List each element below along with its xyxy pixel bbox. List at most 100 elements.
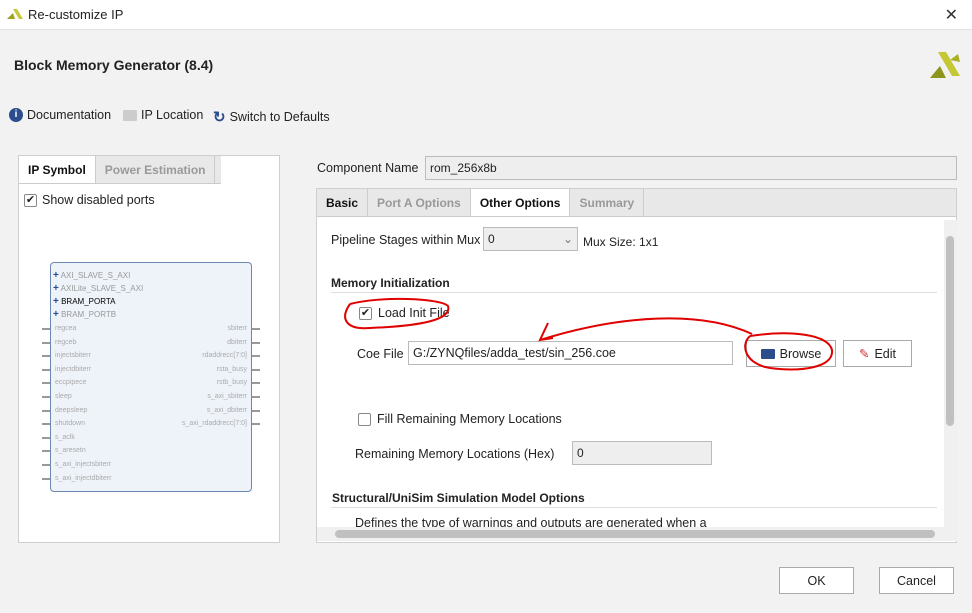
documentation-button[interactable]: i Documentation — [9, 108, 111, 122]
divider — [331, 292, 937, 293]
cancel-button[interactable]: Cancel — [879, 567, 954, 594]
port-wire — [42, 464, 50, 466]
folder-icon — [123, 109, 137, 121]
output-port: dbiterr — [227, 338, 247, 346]
port-wire — [42, 423, 50, 426]
input-port: shutdown — [55, 420, 85, 428]
edit-button[interactable]: ✎ Edit — [843, 340, 912, 367]
port-wire — [252, 423, 260, 426]
port-wire — [42, 477, 50, 480]
input-port: s_aclk — [55, 433, 75, 441]
fill-remaining-checkbox[interactable]: Fill Remaining Memory Locations — [358, 412, 562, 426]
output-port: rdaddrecc[7:0] — [202, 352, 247, 360]
pipeline-value: 0 — [488, 232, 495, 246]
input-port: deepsleep — [55, 406, 88, 414]
window-title: Re-customize IP — [28, 7, 124, 22]
tab-port-a-options[interactable]: Port A Options — [368, 189, 471, 216]
folder-open-icon — [760, 348, 775, 359]
clip: Defines the type of warnings and outputs… — [317, 508, 943, 527]
input-port: regceb — [55, 338, 77, 346]
port-wire — [42, 382, 50, 385]
coe-file-label: Coe File — [357, 347, 404, 361]
port-wire — [42, 328, 50, 330]
output-port: s_axi_dbiterr — [206, 406, 247, 414]
output-port: rsta_busy — [216, 365, 247, 373]
port-wire — [42, 355, 50, 358]
memory-initialization-title: Memory Initialization — [331, 276, 450, 290]
tab-power-estimation[interactable]: Power Estimation — [96, 156, 216, 183]
chevron-down-icon: ⌄ — [562, 232, 573, 246]
load-init-file-checkbox[interactable]: ✔ Load Init File — [359, 306, 450, 320]
fill-remaining-label: Fill Remaining Memory Locations — [377, 412, 562, 426]
tab-ip-symbol[interactable]: IP Symbol — [19, 156, 96, 183]
port-wire — [252, 409, 260, 412]
bus-port: + AXI_SLAVE_S_AXI — [53, 270, 131, 281]
port-wire — [42, 436, 50, 439]
output-port: s_axi_rdaddrecc[7:0] — [182, 420, 247, 428]
port-wire — [42, 396, 50, 398]
port-wire — [42, 341, 50, 344]
edit-icon: ✎ — [858, 347, 870, 361]
horizontal-scrollbar[interactable] — [317, 527, 957, 541]
simulation-options-title: Structural/UniSim Simulation Model Optio… — [332, 491, 585, 505]
browse-label: Browse — [779, 346, 822, 361]
scrollbar-thumb[interactable] — [335, 530, 935, 538]
port-wire — [42, 450, 50, 453]
xilinx-logo-icon — [7, 9, 23, 19]
simulation-description: Defines the type of warnings and outputs… — [355, 516, 707, 527]
bus-port: + BRAM_PORTA — [53, 296, 116, 307]
input-port: sleep — [55, 393, 72, 400]
port-wire — [42, 368, 50, 371]
switch-defaults-label: Switch to Defaults — [229, 110, 330, 124]
ip-symbol-block: + AXI_SLAVE_S_AXI + AXILite_SLAVE_S_AXI + … — [42, 262, 260, 492]
close-icon[interactable]: ✕ — [945, 5, 958, 25]
input-port: regcea — [55, 325, 77, 332]
port-wire — [252, 368, 260, 371]
ip-location-label: IP Location — [141, 108, 204, 122]
show-disabled-ports-label: Show disabled ports — [42, 193, 155, 207]
output-port: sbiterr — [227, 325, 247, 332]
input-port: s_axi_injectdbiterr — [55, 474, 112, 482]
port-wire — [42, 409, 50, 412]
mux-size: Mux Size: 1x1 — [583, 235, 659, 249]
switch-defaults-button[interactable]: ↻ Switch to Defaults — [213, 108, 330, 126]
xilinx-logo-icon — [930, 52, 960, 78]
vertical-scrollbar[interactable] — [944, 220, 957, 527]
input-port: injectdbiterr — [55, 365, 92, 373]
input-port: injectsbiterr — [55, 352, 91, 360]
pipeline-label: Pipeline Stages within Mux — [331, 233, 481, 247]
output-port: rstb_busy — [216, 379, 247, 387]
page-title: Block Memory Generator (8.4) — [14, 57, 214, 73]
title-bar: Re-customize IP ✕ — [0, 0, 972, 30]
component-name-field[interactable]: rom_256x8b — [425, 156, 957, 180]
checkbox-checked-icon: ✔ — [24, 193, 37, 207]
show-disabled-ports-checkbox[interactable]: ✔ Show disabled ports — [24, 193, 155, 207]
port-wire — [252, 341, 260, 344]
tab-basic[interactable]: Basic — [317, 189, 369, 216]
input-port: s_axi_injectsbiterr — [55, 461, 112, 468]
ip-location-button[interactable]: IP Location — [123, 108, 203, 122]
scrollbar-thumb[interactable] — [946, 236, 954, 426]
bus-port: + BRAM_PORTB — [53, 309, 117, 320]
documentation-label: Documentation — [27, 108, 112, 122]
port-wire — [252, 328, 260, 330]
input-port: eccpipece — [55, 379, 87, 387]
bus-port: + AXILite_SLAVE_S_AXI — [53, 283, 144, 294]
tab-other-options[interactable]: Other Options — [470, 189, 571, 216]
browse-button[interactable]: Browse — [746, 340, 836, 367]
port-wire — [252, 382, 260, 385]
ok-button[interactable]: OK — [779, 567, 854, 594]
remaining-locations-label: Remaining Memory Locations (Hex) — [355, 447, 555, 461]
remaining-locations-field[interactable]: 0 — [572, 441, 712, 465]
port-wire — [252, 355, 260, 358]
coe-file-field[interactable]: G:/ZYNQfiles/adda_test/sin_256.coe — [408, 341, 733, 365]
tab-summary[interactable]: Summary — [570, 189, 645, 216]
edit-label: Edit — [874, 346, 897, 361]
component-name-label: Component Name — [317, 161, 419, 175]
checkbox-checked-icon: ✔ — [359, 306, 372, 320]
load-init-file-label: Load Init File — [378, 306, 450, 320]
refresh-icon: ↻ — [213, 109, 226, 126]
info-icon: i — [9, 108, 23, 122]
output-port: s_axi_sbiterr — [207, 393, 247, 400]
pipeline-select[interactable]: 0 ⌄ — [483, 227, 578, 251]
